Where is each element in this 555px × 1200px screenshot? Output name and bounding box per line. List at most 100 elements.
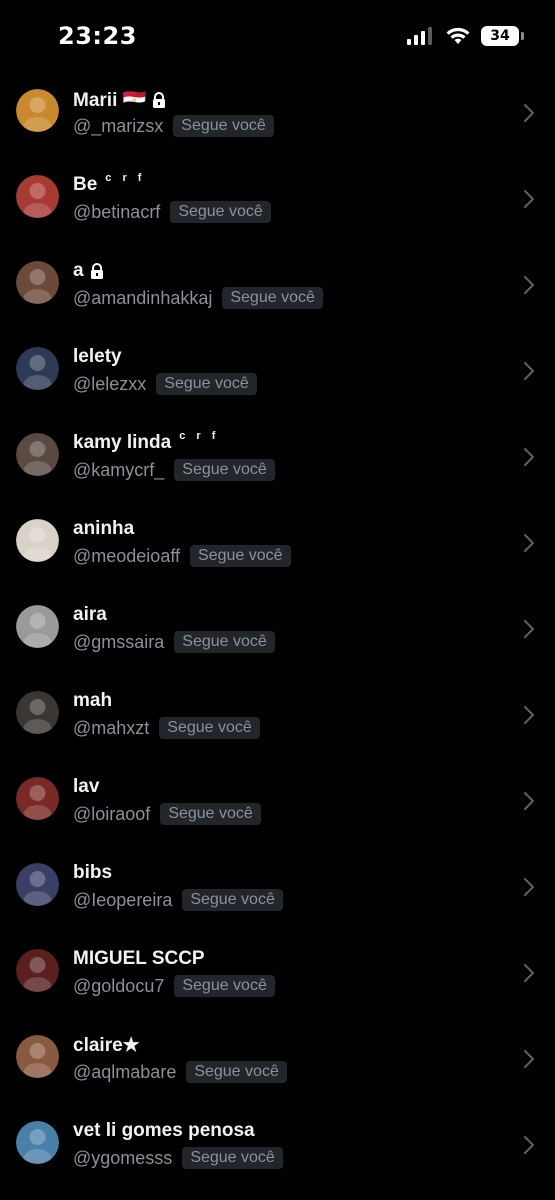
list-item[interactable]: bibs @Ieopereira Segue você bbox=[0, 843, 555, 929]
display-name-text: Marii 🇪🇬 bbox=[73, 90, 147, 111]
chevron-right-icon[interactable] bbox=[523, 619, 535, 639]
avatar[interactable] bbox=[16, 89, 59, 132]
follows-you-badge: Segue você bbox=[186, 1061, 287, 1083]
avatar[interactable] bbox=[16, 605, 59, 648]
list-item[interactable]: lav @loiraoof Segue você bbox=[0, 757, 555, 843]
list-item[interactable]: a @amandinhakkaj Segue você bbox=[0, 241, 555, 327]
list-item[interactable]: lelety @lelezxx Segue você bbox=[0, 327, 555, 413]
lock-icon bbox=[90, 263, 104, 279]
handle-line: @lelezxx Segue você bbox=[73, 373, 257, 395]
display-name-text: mah bbox=[73, 690, 113, 711]
follows-you-badge: Segue você bbox=[159, 717, 260, 739]
display-name-text: Be bbox=[73, 174, 98, 195]
username-handle: @kamycrf_ bbox=[73, 459, 165, 480]
avatar[interactable] bbox=[16, 863, 59, 906]
follows-you-badge: Segue você bbox=[160, 803, 261, 825]
chevron-right-icon[interactable] bbox=[523, 963, 535, 983]
display-name-text: vet li gomes penosa bbox=[73, 1120, 255, 1141]
username-handle: @mahxzt bbox=[73, 717, 150, 738]
follows-you-badge: Segue você bbox=[222, 287, 323, 309]
follows-you-badge: Segue você bbox=[190, 545, 291, 567]
handle-line: @_marizsx Segue você bbox=[73, 115, 274, 137]
list-item[interactable]: MIGUEL SCCP @goldocu7 Segue você bbox=[0, 929, 555, 1015]
handle-line: @gmssaira Segue você bbox=[73, 631, 275, 653]
avatar[interactable] bbox=[16, 175, 59, 218]
chevron-right-icon[interactable] bbox=[523, 275, 535, 295]
handle-line: @aqlmabare Segue você bbox=[73, 1061, 287, 1083]
follows-you-badge: Segue você bbox=[182, 1147, 283, 1169]
avatar[interactable] bbox=[16, 691, 59, 734]
name-superscript: c r f bbox=[105, 172, 146, 184]
chevron-right-icon[interactable] bbox=[523, 1049, 535, 1069]
list-item[interactable]: Marii 🇪🇬 @_marizsx Segue você bbox=[0, 69, 555, 155]
chevron-right-icon[interactable] bbox=[523, 791, 535, 811]
handle-line: @kamycrf_ Segue você bbox=[73, 459, 275, 481]
username-handle: @goldocu7 bbox=[73, 975, 165, 996]
display-name: MIGUEL SCCP bbox=[73, 948, 205, 970]
handle-line: @ygomesss Segue você bbox=[73, 1147, 283, 1169]
list-item[interactable]: Be c r f @betinacrf Segue você bbox=[0, 155, 555, 241]
display-name-text: MIGUEL SCCP bbox=[73, 948, 205, 969]
display-name-text: aninha bbox=[73, 518, 135, 539]
chevron-right-icon[interactable] bbox=[523, 705, 535, 725]
cellular-signal-icon bbox=[407, 27, 432, 45]
display-name: a bbox=[73, 260, 104, 282]
handle-line: @amandinhakkaj Segue você bbox=[73, 287, 323, 309]
username-handle: @_marizsx bbox=[73, 115, 164, 136]
avatar[interactable] bbox=[16, 949, 59, 992]
username-handle: @ygomesss bbox=[73, 1147, 173, 1168]
display-name: aninha bbox=[73, 518, 134, 540]
display-name: Be c r f bbox=[73, 172, 146, 196]
avatar[interactable] bbox=[16, 777, 59, 820]
handle-line: @betinacrf Segue você bbox=[73, 201, 271, 223]
chevron-right-icon[interactable] bbox=[523, 533, 535, 553]
avatar[interactable] bbox=[16, 519, 59, 562]
clock: 23:23 bbox=[58, 22, 137, 50]
avatar[interactable] bbox=[16, 1121, 59, 1164]
display-name: lelety bbox=[73, 346, 122, 368]
battery-indicator: 34 bbox=[481, 26, 524, 46]
avatar[interactable] bbox=[16, 261, 59, 304]
follows-you-badge: Segue você bbox=[174, 459, 275, 481]
list-item[interactable]: mah @mahxzt Segue você bbox=[0, 671, 555, 757]
list-item[interactable]: kamy linda c r f @kamycrf_ Segue você bbox=[0, 413, 555, 499]
handle-line: @loiraoof Segue você bbox=[73, 803, 261, 825]
chevron-right-icon[interactable] bbox=[523, 189, 535, 209]
handle-line: @goldocu7 Segue você bbox=[73, 975, 275, 997]
follows-you-badge: Segue você bbox=[174, 631, 275, 653]
avatar[interactable] bbox=[16, 433, 59, 476]
list-item[interactable]: claire★ @aqlmabare Segue você bbox=[0, 1015, 555, 1101]
chevron-right-icon[interactable] bbox=[523, 447, 535, 467]
name-superscript: c r f bbox=[179, 430, 220, 442]
username-handle: @lelezxx bbox=[73, 373, 147, 394]
status-bar: 23:23 34 bbox=[0, 0, 555, 74]
follows-you-badge: Segue você bbox=[174, 975, 275, 997]
display-name-text: kamy linda bbox=[73, 432, 172, 453]
display-name-text: bibs bbox=[73, 862, 113, 883]
handle-line: @meodeioaff Segue você bbox=[73, 545, 291, 567]
chevron-right-icon[interactable] bbox=[523, 361, 535, 381]
lock-icon bbox=[152, 92, 166, 108]
display-name: Marii 🇪🇬 bbox=[73, 88, 166, 112]
display-name: lav bbox=[73, 776, 99, 798]
chevron-right-icon[interactable] bbox=[523, 877, 535, 897]
list-item[interactable]: aninha @meodeioaff Segue você bbox=[0, 499, 555, 585]
follows-you-badge: Segue você bbox=[182, 889, 283, 911]
follows-you-badge: Segue você bbox=[170, 201, 271, 223]
avatar[interactable] bbox=[16, 347, 59, 390]
username-handle: @amandinhakkaj bbox=[73, 287, 213, 308]
list-item[interactable]: aira @gmssaira Segue você bbox=[0, 585, 555, 671]
chevron-right-icon[interactable] bbox=[523, 103, 535, 123]
follower-list: Marii 🇪🇬 @_marizsx Segue você Be c r f @betin… bbox=[0, 69, 555, 1187]
follows-you-badge: Segue você bbox=[173, 115, 274, 137]
display-name: aira bbox=[73, 604, 107, 626]
list-item[interactable]: vet li gomes penosa @ygomesss Segue você bbox=[0, 1101, 555, 1187]
display-name-text: aira bbox=[73, 604, 107, 625]
display-name-text: claire★ bbox=[73, 1035, 140, 1056]
username-handle: @meodeioaff bbox=[73, 545, 181, 566]
follows-you-badge: Segue você bbox=[156, 373, 257, 395]
chevron-right-icon[interactable] bbox=[523, 1135, 535, 1155]
username-handle: @betinacrf bbox=[73, 201, 161, 222]
avatar[interactable] bbox=[16, 1035, 59, 1078]
display-name-text: lav bbox=[73, 776, 100, 797]
